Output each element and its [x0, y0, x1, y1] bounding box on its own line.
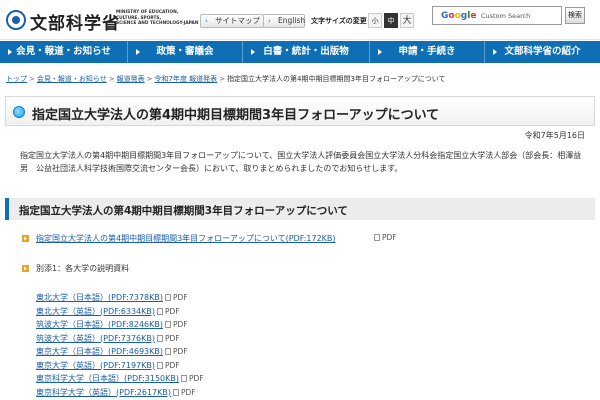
mext-logo-icon[interactable] [6, 10, 26, 30]
pdf-icon [165, 321, 171, 328]
list-item: 東京大学（英語）(PDF:7197KB) PDF [36, 360, 180, 370]
nav-item-procedures[interactable]: 申請・手続き [370, 41, 485, 63]
font-size-label: 文字サイズの変更 [311, 17, 367, 25]
arrow-bullet-icon [22, 235, 29, 242]
breadcrumb-link-top[interactable]: トップ [6, 75, 27, 83]
main-pdf-link[interactable]: 指定国立大学法人の第4期中期目標期間3年目フォローアップについて(PDF:172… [36, 233, 336, 244]
pdf-icon [157, 334, 163, 342]
site-logo-subtitle: MINISTRY OF EDUCATION, CULTURE, SPORTS, … [116, 10, 199, 26]
pdf-icon [157, 307, 163, 315]
university-pdf-link[interactable]: 筑波大学（英語）(PDF:7376KB) [36, 334, 155, 343]
breadcrumb-separator: > [146, 75, 153, 83]
pdf-icon [374, 234, 380, 241]
sitemap-button[interactable]: › サイトマップ [200, 14, 264, 28]
list-item: 筑波大学（英語）(PDF:7376KB) PDF [36, 333, 180, 343]
nav-item-publications[interactable]: 白書・統計・出版物 [243, 41, 370, 63]
title-bullet-icon [13, 106, 25, 118]
university-pdf-list: 東北大学（日本語）(PDF:7378KB) PDF 東北大学（英語）(PDF:63… [36, 291, 204, 399]
university-pdf-link[interactable]: 東京科学大学（英語）(PDF:2617KB) [36, 388, 171, 397]
breadcrumb-link-press[interactable]: 会見・報道・お知らせ [37, 75, 107, 83]
breadcrumb-separator: > [219, 75, 226, 83]
breadcrumb-separator: > [29, 75, 35, 83]
font-size-small-button[interactable]: 小 [368, 13, 382, 28]
university-pdf-link[interactable]: 東北大学（日本語）(PDF:7378KB) [36, 293, 163, 302]
main-pdf-image: PDF [372, 233, 397, 242]
font-size-medium-button[interactable]: 中 [384, 13, 398, 28]
university-pdf-link[interactable]: 東京大学（英語）(PDF:7197KB) [36, 361, 155, 370]
university-pdf-link[interactable]: 東京大学（日本語）(PDF:4693KB) [36, 347, 163, 356]
university-pdf-link[interactable]: 東京科学大学（日本語）(PDF:3150KB) [36, 374, 179, 383]
pdf-icon [181, 375, 187, 382]
pdf-icon [165, 294, 171, 301]
annex-label: 別添1：各大学の説明資料 [36, 264, 130, 273]
pdf-icon [157, 361, 163, 369]
page-title-box: 指定国立大学法人の第4期中期目標期間3年目フォローアップについて [5, 96, 595, 126]
nav-item-about[interactable]: 文部科学省の紹介 [485, 41, 600, 63]
list-item: 筑波大学（日本語）(PDF:8246KB) PDF [36, 320, 188, 329]
page-title: 指定国立大学法人の第4期中期目標期間3年目フォローアップについて [32, 108, 440, 123]
list-item: 東京大学（日本語）(PDF:4693KB) PDF [36, 347, 188, 356]
breadcrumb-link-announcements[interactable]: 報道発表 [117, 75, 145, 83]
publish-date: 令和7年5月16日 [524, 131, 585, 140]
list-item: 東北大学（日本語）(PDF:7378KB) PDF [36, 293, 188, 302]
breadcrumb: トップ > 会見・報道・お知らせ > 報道発表 > 令和7年度 報道発表 > 指定国立大学法人の… [6, 74, 445, 84]
pdf-icon [165, 348, 171, 355]
intro-paragraph: 指定国立大学法人の第4期中期目標期間3年目フォローアップについて、国立大学法人評… [20, 151, 582, 173]
university-pdf-link[interactable]: 東北大学（英語）(PDF:6334KB) [36, 307, 155, 316]
nav-item-policy[interactable]: 政策・審議会 [128, 41, 243, 63]
font-size-large-button[interactable]: 大 [400, 13, 414, 28]
breadcrumb-link-fy2025[interactable]: 令和7年度 報道発表 [155, 75, 218, 83]
search-button[interactable]: 検索 [565, 7, 585, 24]
section-heading: 指定国立大学法人の第4期中期目標期間3年目フォローアップについて [5, 198, 595, 220]
university-pdf-link[interactable]: 筑波大学（日本語）(PDF:8246KB) [36, 320, 163, 329]
chevron-right-icon: › [205, 17, 208, 25]
pdf-icon [173, 388, 179, 396]
list-item: 東京科学大学（日本語）(PDF:3150KB) PDF [36, 374, 204, 383]
site-header: 文部科学省 MINISTRY OF EDUCATION, CULTURE, SP… [0, 0, 600, 40]
google-logo: Google [441, 11, 477, 21]
breadcrumb-separator: > [108, 75, 115, 83]
search-placeholder: Custom Search [481, 12, 531, 20]
list-item: 東京科学大学（英語）(PDF:2617KB) PDF [36, 387, 196, 397]
site-logo-text[interactable]: 文部科学省 [30, 9, 120, 34]
arrow-bullet-icon [22, 265, 29, 272]
nav-item-press[interactable]: 会見・報道・お知らせ [0, 41, 128, 63]
list-item: 東北大学（英語）(PDF:6334KB) PDF [36, 306, 180, 316]
chevron-right-icon: › [268, 17, 271, 25]
english-button[interactable]: › English [263, 14, 305, 28]
breadcrumb-current: 指定国立大学法人の第4期中期目標期間3年目フォローアップについて [227, 75, 446, 83]
search-input[interactable]: Google Custom Search [432, 6, 562, 25]
global-nav: 会見・報道・お知らせ 政策・審議会 白書・統計・出版物 申請・手続き 文部科学省… [0, 41, 600, 63]
